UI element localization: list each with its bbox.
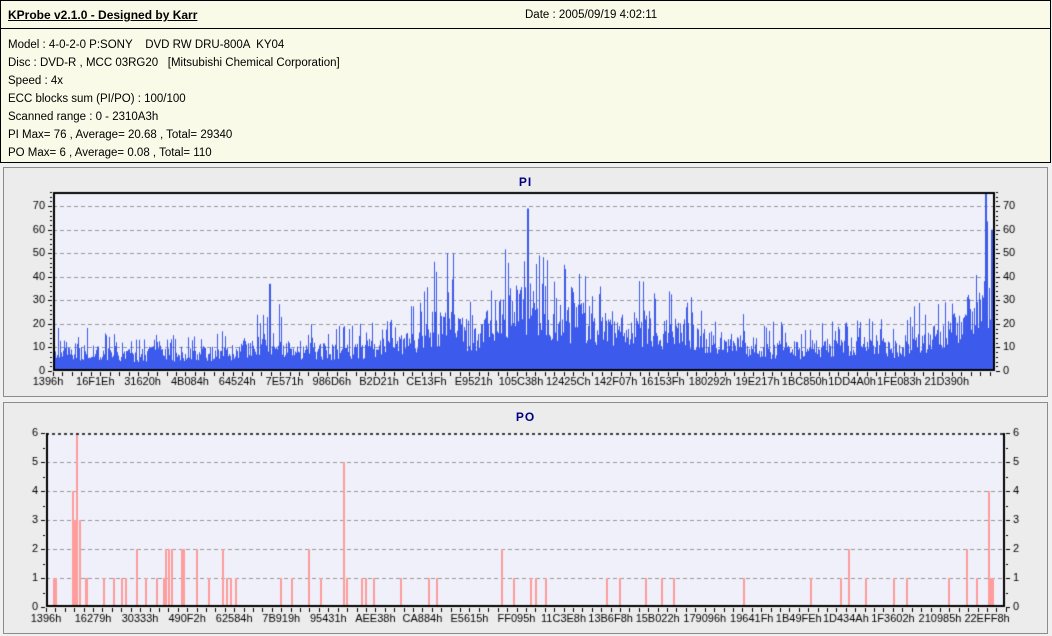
po-chart-canvas bbox=[4, 403, 1047, 633]
pi-chart-panel: PI bbox=[3, 167, 1048, 397]
info-line-disc: Disc : DVD-R , MCC 03RG20 [Mitsubishi Ch… bbox=[8, 57, 340, 69]
info-line-po-stats: PO Max= 6 , Average= 0.08 , Total= 110 bbox=[8, 147, 212, 159]
info-line-speed: Speed : 4x bbox=[8, 75, 63, 87]
po-chart-title: PO bbox=[515, 410, 536, 424]
pi-chart-canvas bbox=[4, 168, 1047, 396]
kprobe-window: KProbe v2.1.0 - Designed by Karr Date : … bbox=[0, 0, 1052, 636]
scan-info-panel: Model : 4-0-2-0 P:SONY DVD RW DRU-800A K… bbox=[0, 28, 1051, 163]
scan-date: Date : 2005/09/19 4:02:11 bbox=[525, 9, 658, 21]
app-title: KProbe v2.1.0 - Designed by Karr bbox=[8, 8, 198, 22]
title-bar: KProbe v2.1.0 - Designed by Karr Date : … bbox=[0, 0, 1051, 29]
pi-chart-title: PI bbox=[518, 175, 533, 189]
info-line-ecc: ECC blocks sum (PI/PO) : 100/100 bbox=[8, 93, 186, 105]
po-chart-panel: PO bbox=[3, 402, 1048, 634]
info-line-pi-stats: PI Max= 76 , Average= 20.68 , Total= 293… bbox=[8, 129, 233, 141]
info-line-range: Scanned range : 0 - 2310A3h bbox=[8, 111, 159, 123]
info-line-model: Model : 4-0-2-0 P:SONY DVD RW DRU-800A K… bbox=[8, 39, 285, 51]
